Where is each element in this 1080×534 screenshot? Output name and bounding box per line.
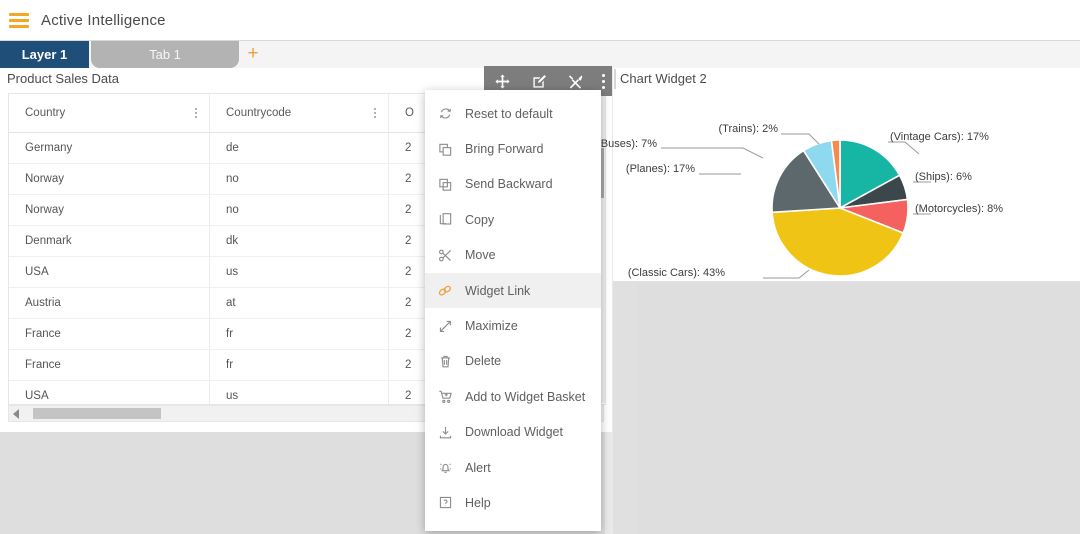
menu-item-label: Add to Widget Basket — [465, 389, 586, 404]
edit-pencil-icon[interactable] — [528, 70, 550, 92]
pie-leader-line — [763, 269, 810, 279]
menu-item-alert[interactable]: Alert — [425, 450, 601, 485]
tab-tab-1[interactable]: Tab 1 — [91, 41, 239, 68]
table-cell: Norway — [25, 204, 64, 216]
reset-icon — [425, 106, 465, 121]
menu-item-reset-to-default[interactable]: Reset to default — [425, 96, 601, 131]
menu-item-label: Bring Forward — [465, 142, 544, 157]
table-cell: at — [226, 297, 236, 309]
app-header: Active Intelligence — [0, 0, 1080, 41]
menu-item-help[interactable]: Help — [425, 485, 601, 520]
menu-item-label: Maximize — [465, 319, 518, 334]
menu-item-move[interactable]: Move — [425, 238, 601, 273]
pie-leader-line — [781, 133, 820, 145]
bring-forward-icon — [425, 142, 465, 157]
table-cell: USA — [25, 266, 49, 278]
menu-item-send-backward[interactable]: Send Backward — [425, 167, 601, 202]
help-icon — [425, 495, 465, 510]
move-arrows-icon[interactable] — [491, 70, 513, 92]
menu-item-label: Move — [465, 248, 496, 263]
menu-item-maximize[interactable]: Maximize — [425, 308, 601, 343]
pie-leader-line — [661, 147, 764, 159]
table-header-label: Countrycode — [226, 107, 292, 119]
trash-icon — [425, 354, 465, 369]
pie-slice-label: (Motorcycles): 8% — [915, 203, 1004, 215]
tab-layer-1[interactable]: Layer 1 — [0, 41, 89, 68]
table-cell: France — [25, 359, 61, 371]
bell-icon — [425, 460, 465, 475]
table-cell: France — [25, 328, 61, 340]
link-icon — [425, 283, 465, 299]
menu-item-copy[interactable]: Copy — [425, 202, 601, 237]
table-cell: de — [226, 142, 239, 154]
scroll-left-arrow-icon[interactable] — [13, 409, 19, 419]
table-cell: us — [226, 390, 239, 402]
scissors-icon — [425, 248, 465, 263]
download-icon — [425, 425, 465, 440]
menu-item-label: Send Backward — [465, 177, 553, 192]
table-cell: Norway — [25, 173, 64, 185]
copy-icon — [425, 212, 465, 227]
column-menu-icon[interactable] — [374, 108, 376, 118]
table-header-countrycode[interactable]: Countrycode — [210, 94, 388, 132]
pie-slice-label: (Trains): 2% — [718, 123, 779, 135]
table-cell: no — [226, 204, 239, 216]
menu-item-bring-forward[interactable]: Bring Forward — [425, 131, 601, 166]
empty-widget-placeholder — [637, 283, 1080, 534]
tab-strip: Layer 1 Tab 1 + — [0, 41, 1080, 69]
hamburger-bar — [9, 24, 29, 28]
pie-slice-label: (Vintage Cars): 17% — [890, 131, 989, 143]
table-cell: Denmark — [25, 235, 72, 247]
menu-item-label: Reset to default — [465, 106, 553, 121]
menu-item-label: Widget Link — [465, 283, 531, 298]
table-cell: USA — [25, 390, 49, 402]
chart-widget-title: Chart Widget 2 — [620, 71, 707, 86]
table-cell: fr — [226, 328, 234, 340]
table-header-label: Country — [25, 107, 66, 119]
column-menu-icon[interactable] — [195, 108, 197, 118]
menu-item-delete[interactable]: Delete — [425, 344, 601, 379]
menu-item-label: Alert — [465, 460, 491, 475]
hamburger-bar — [9, 18, 29, 22]
menu-item-widget-link[interactable]: Widget Link — [425, 272, 601, 309]
menu-item-label: Delete — [465, 354, 502, 369]
pie-leader-line — [888, 141, 920, 155]
pie-chart[interactable] — [613, 90, 1080, 281]
app-title: Active Intelligence — [41, 11, 166, 29]
table-cell: fr — [226, 359, 234, 371]
menu-item-label: Help — [465, 495, 491, 510]
pie-slice-label: (Classic Cars): 43% — [627, 267, 725, 279]
add-tab-button[interactable]: + — [243, 43, 263, 65]
table-cell: Germany — [25, 142, 73, 154]
chart-widget: Chart Widget 2 (Vintage Cars): 17% (Ships… — [540, 68, 1080, 281]
hamburger-bar — [9, 12, 29, 16]
scrollbar-thumb[interactable] — [33, 408, 161, 419]
tools-icon[interactable] — [565, 70, 587, 92]
menu-item-add-to-widget-basket[interactable]: Add to Widget Basket — [425, 379, 601, 414]
pie-slice-label: (Planes): 17% — [625, 163, 695, 175]
table-header-country[interactable]: Country — [9, 94, 209, 132]
pie-slice-label: (Ships): 6% — [915, 171, 972, 183]
hamburger-icon[interactable] — [9, 12, 29, 28]
table-widget-title: Product Sales Data — [7, 71, 120, 86]
send-backward-icon — [425, 177, 465, 192]
table-cell: dk — [226, 235, 239, 247]
maximize-icon — [425, 319, 465, 334]
widget-accent-rule — [614, 69, 616, 89]
menu-item-label: Download Widget — [465, 425, 563, 440]
cart-icon — [425, 389, 465, 404]
more-vertical-icon[interactable] — [601, 73, 605, 89]
table-cell: Austria — [25, 297, 61, 309]
menu-item-label: Copy — [465, 212, 495, 227]
chart-plot-area: (Vintage Cars): 17% (Ships): 6% (Motorcycl… — [540, 90, 1080, 281]
table-cell: no — [226, 173, 239, 185]
table-header-label: O — [405, 107, 414, 119]
menu-item-download-widget[interactable]: Download Widget — [425, 415, 601, 450]
widget-context-menu: Reset to default Bring Forward Send Backwa… — [425, 90, 601, 531]
table-cell: us — [226, 266, 239, 278]
